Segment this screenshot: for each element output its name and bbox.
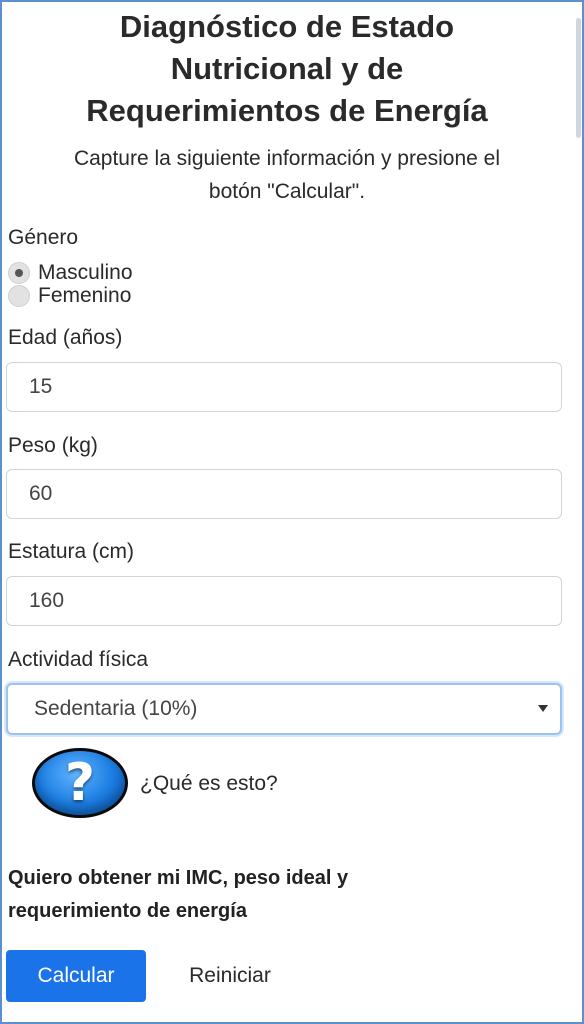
- activity-select[interactable]: Sedentaria (10%): [6, 683, 562, 735]
- height-label: Estatura (cm): [8, 540, 135, 563]
- reset-button[interactable]: Reiniciar: [170, 950, 290, 1002]
- gender-label: Género: [8, 226, 79, 249]
- calculate-button[interactable]: Calcular: [6, 950, 146, 1002]
- chevron-down-icon: [538, 705, 548, 712]
- age-label: Edad (años): [8, 326, 123, 349]
- title-line-1: Diagnóstico de Estado: [119, 9, 455, 44]
- cta-text: Quiero obtener mi IMC, peso ideal y requ…: [8, 862, 568, 928]
- cta-line-2: requerimiento de energía: [8, 900, 247, 922]
- radio-male-label: Masculino: [38, 261, 133, 284]
- activity-select-value: Sedentaria (10%): [34, 697, 198, 720]
- radio-male[interactable]: [8, 262, 30, 284]
- radio-female-label: Femenino: [38, 284, 132, 307]
- height-input[interactable]: 160: [6, 576, 562, 626]
- radio-female[interactable]: [8, 285, 30, 307]
- title-line-3: Requerimientos de Energía: [86, 93, 488, 128]
- gender-option-female[interactable]: Femenino: [8, 284, 132, 307]
- page-title: Diagnóstico de Estado Nutricional y de R…: [0, 6, 574, 132]
- question-mark-icon[interactable]: ?: [32, 748, 128, 818]
- weight-input[interactable]: 60: [6, 469, 562, 519]
- activity-label: Actividad física: [8, 648, 149, 671]
- scrollbar-thumb[interactable]: [576, 18, 581, 138]
- age-input[interactable]: 15: [6, 362, 562, 412]
- weight-label: Peso (kg): [8, 434, 98, 457]
- instructions: Capture la siguiente información y presi…: [0, 142, 574, 208]
- cta-line-1: Quiero obtener mi IMC, peso ideal y: [8, 867, 349, 889]
- title-line-2: Nutricional y de: [170, 51, 404, 86]
- gender-option-male[interactable]: Masculino: [8, 261, 133, 284]
- instructions-line-1: Capture la siguiente información y presi…: [73, 147, 501, 170]
- question-mark-glyph: ?: [64, 753, 96, 813]
- instructions-line-2: botón "Calcular".: [208, 180, 366, 203]
- help-link[interactable]: ¿Qué es esto?: [140, 772, 278, 796]
